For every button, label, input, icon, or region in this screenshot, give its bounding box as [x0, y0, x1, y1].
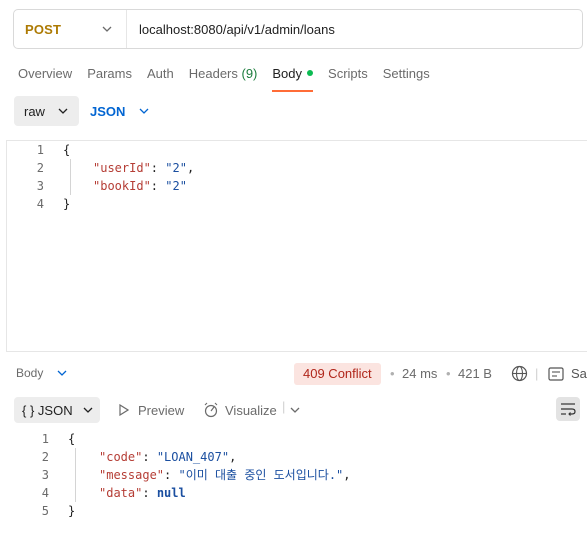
json-comma: ,: [343, 468, 351, 482]
line-number: 1: [41, 432, 49, 446]
json-key: "bookId": [93, 179, 151, 193]
tab-settings[interactable]: Settings: [383, 66, 430, 92]
code-line: "data": null: [99, 486, 186, 500]
json-value: "2": [165, 161, 187, 175]
chevron-down-icon: [58, 108, 68, 114]
tab-label: Settings: [382, 66, 430, 81]
code-line: }: [68, 502, 75, 520]
separator-bar: |: [535, 366, 539, 381]
open-brace: {: [63, 143, 71, 157]
tab-label: Auth: [146, 66, 174, 81]
response-section-label: Body: [16, 366, 44, 380]
code-line: }: [63, 195, 70, 213]
url-input[interactable]: localhost:8080/api/v1/admin/loans: [127, 22, 335, 37]
tab-label: Headers: [188, 66, 238, 81]
response-time[interactable]: 24 ms: [402, 366, 437, 381]
visualize-label: Visualize: [225, 402, 277, 418]
separator-bar: |: [282, 399, 286, 414]
tab-headers[interactable]: Headers (9): [189, 66, 258, 92]
body-language-label: JSON: [90, 103, 126, 119]
modified-dot-icon: [307, 70, 314, 76]
save-response-label[interactable]: Sa: [571, 366, 587, 381]
line-number: 2: [41, 450, 49, 464]
json-value: "이미 대출 중인 도서입니다.": [178, 468, 344, 482]
close-brace: }: [68, 504, 76, 518]
line-number: 4: [41, 486, 49, 500]
method-select[interactable]: POST: [14, 10, 127, 48]
code-line: {: [63, 141, 70, 159]
method-label: POST: [25, 21, 62, 37]
response-body-viewer[interactable]: 1 2 3 4 5 { "code": "LOAN_407", "message…: [0, 430, 587, 530]
visualize-button[interactable]: Visualize: [203, 397, 277, 423]
tab-label: Overview: [18, 66, 73, 81]
code-line: "bookId": "2": [93, 179, 187, 193]
headers-count: (9): [241, 66, 258, 81]
line-number: 3: [36, 179, 44, 193]
response-section-select[interactable]: Body: [16, 366, 67, 380]
json-value: "2": [165, 179, 187, 193]
separator-dot: •: [446, 366, 451, 381]
json-key: "data": [99, 486, 143, 500]
chevron-down-icon[interactable]: [290, 405, 300, 415]
preview-label: Preview: [138, 402, 185, 418]
json-value: "LOAN_407": [156, 450, 230, 464]
response-size[interactable]: 421 B: [458, 366, 492, 381]
tab-label: Body: [272, 66, 303, 81]
format-label: { } JSON: [22, 402, 73, 418]
code-line: "message": "이미 대출 중인 도서입니다.",: [99, 468, 351, 482]
line-number: 1: [36, 143, 44, 157]
json-comma: ,: [229, 450, 237, 464]
tab-label: Params: [87, 66, 132, 81]
tab-auth[interactable]: Auth: [147, 66, 174, 92]
tab-params[interactable]: Params: [87, 66, 132, 92]
json-key: "code": [99, 450, 143, 464]
request-url-bar: POST localhost:8080/api/v1/admin/loans: [13, 9, 583, 49]
visualize-icon: [204, 402, 218, 418]
line-number: 3: [41, 468, 49, 482]
tab-body[interactable]: Body: [272, 66, 314, 92]
body-language-select[interactable]: JSON: [90, 96, 149, 126]
json-comma: ,: [186, 161, 195, 175]
wrap-lines-button[interactable]: [556, 397, 580, 421]
wrap-lines-icon: [561, 403, 576, 416]
code-line: "userId": "2",: [93, 161, 195, 175]
json-key: "userId": [93, 161, 151, 175]
body-mode-label: raw: [24, 103, 45, 119]
close-brace: }: [63, 197, 71, 211]
line-number: 4: [36, 197, 44, 211]
play-icon: [119, 404, 130, 416]
tab-label: Scripts: [328, 66, 368, 81]
tab-scripts[interactable]: Scripts: [328, 66, 368, 92]
indent-guide: [75, 448, 76, 502]
tab-overview[interactable]: Overview: [18, 66, 72, 92]
code-line: "code": "LOAN_407",: [99, 450, 237, 464]
response-format-select[interactable]: { } JSON: [14, 397, 100, 423]
separator-dot: •: [390, 366, 395, 381]
chevron-down-icon: [102, 26, 112, 32]
line-number: 2: [36, 161, 44, 175]
chevron-down-icon: [57, 370, 67, 376]
request-tabs: Overview Params Auth Headers (9) Body Sc…: [18, 66, 445, 92]
code-line: {: [68, 430, 75, 448]
body-mode-select[interactable]: raw: [14, 96, 79, 126]
json-key: "message": [99, 468, 165, 482]
open-brace: {: [68, 432, 76, 446]
save-response-icon[interactable]: [548, 367, 564, 381]
chevron-down-icon: [139, 108, 149, 114]
globe-icon[interactable]: [511, 365, 528, 382]
preview-button[interactable]: Preview: [118, 397, 184, 423]
indent-guide: [70, 159, 71, 195]
json-null-value: null: [156, 486, 186, 500]
status-badge[interactable]: 409 Conflict: [294, 363, 381, 385]
chevron-down-icon: [83, 407, 93, 413]
response-toolbar: { } JSON Preview Visualize |: [0, 397, 587, 425]
request-body-editor[interactable]: 1 2 3 4 { "userId": "2", "bookId": "2" }: [6, 140, 587, 352]
line-number: 5: [41, 504, 49, 518]
